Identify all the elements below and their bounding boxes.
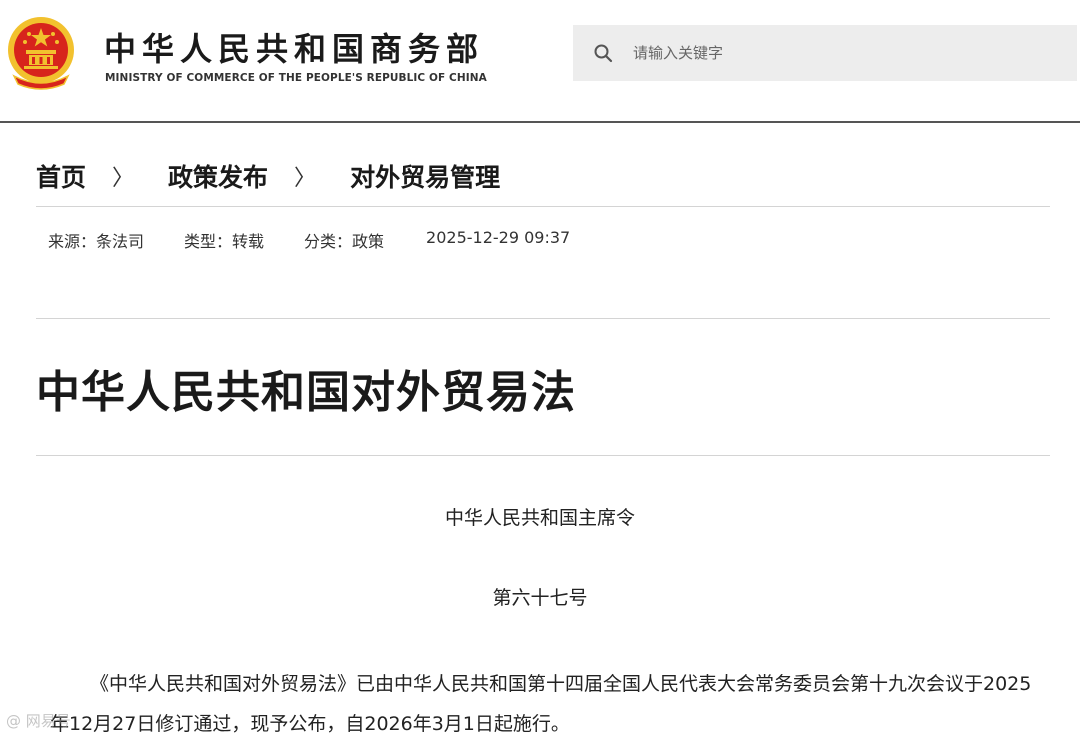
- site-brand-en[interactable]: MINISTRY OF COMMERCE OF THE PEOPLE'S REP…: [105, 72, 487, 84]
- breadcrumb-home[interactable]: 首页: [36, 158, 86, 194]
- divider: [36, 318, 1050, 319]
- national-emblem-icon[interactable]: [4, 14, 78, 92]
- breadcrumb: 首页 〉 政策发布 〉 对外贸易管理: [36, 156, 500, 196]
- search-input[interactable]: [633, 25, 1063, 81]
- chevron-right-icon: 〉: [294, 166, 317, 191]
- chevron-right-icon: 〉: [112, 166, 135, 191]
- article-meta: 来源：条法司 类型：转载 分类：政策 2025-12-29 09:37: [48, 228, 610, 252]
- article-title: 中华人民共和国对外贸易法: [36, 367, 576, 418]
- watermark: @ 网易号: [6, 712, 71, 730]
- article-paragraph: 《中华人民共和国对外贸易法》已由中华人民共和国第十四届全国人民代表大会常务委员会…: [50, 673, 1032, 735]
- site-header: 中华人民共和国商务部 MINISTRY OF COMMERCE OF THE P…: [0, 0, 1080, 121]
- meta-source: 来源：条法司: [48, 232, 145, 251]
- header-divider: [0, 121, 1080, 123]
- breadcrumb-policy-release[interactable]: 政策发布: [168, 158, 268, 194]
- breadcrumb-foreign-trade-management[interactable]: 对外贸易管理: [350, 158, 500, 194]
- divider: [36, 206, 1050, 207]
- meta-category: 分类：政策: [304, 232, 385, 251]
- meta-date: 2025-12-29 09:37: [426, 228, 571, 247]
- meta-type: 类型：转载: [184, 232, 265, 251]
- order-title: 中华人民共和国主席令: [444, 507, 635, 529]
- search-box[interactable]: [573, 25, 1077, 81]
- site-brand-cn[interactable]: 中华人民共和国商务部: [104, 24, 484, 70]
- search-icon[interactable]: [593, 43, 613, 63]
- order-number: 第六十七号: [492, 587, 588, 609]
- divider: [36, 455, 1050, 456]
